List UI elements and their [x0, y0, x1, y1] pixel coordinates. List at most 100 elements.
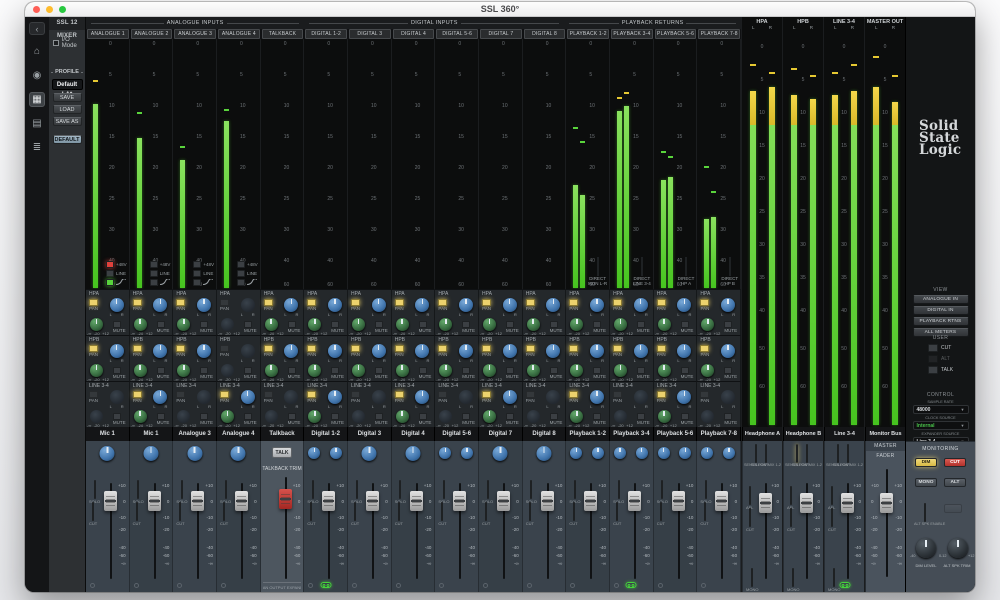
cut-button[interactable]: CUT	[176, 502, 185, 526]
output-fader-handle[interactable]	[799, 493, 813, 513]
solo-switch[interactable]	[224, 480, 227, 499]
pan-knob[interactable]	[459, 298, 474, 312]
pan-enable[interactable]: PAN	[220, 345, 230, 357]
pan-enable[interactable]: PAN	[482, 391, 492, 403]
view-analogue-in-button[interactable]: ANALOGUE IN	[912, 295, 969, 304]
send-level-knob[interactable]	[395, 410, 409, 423]
send-level-knob[interactable]	[221, 410, 235, 423]
direct-routing-button[interactable]: DIRECT MON L-R	[588, 257, 607, 286]
output-cut-button[interactable]: CUT	[828, 508, 836, 532]
pan-knob[interactable]	[153, 390, 168, 404]
pan-button[interactable]	[525, 345, 535, 352]
mute-enable[interactable]: MUTE	[462, 413, 475, 425]
cut-button[interactable]: CUT	[657, 502, 665, 526]
line-button[interactable]: LINE	[237, 270, 258, 277]
mute-button[interactable]	[680, 367, 689, 374]
mute-button[interactable]	[331, 321, 340, 328]
mute-enable[interactable]: MUTE	[549, 321, 562, 333]
pan-enable[interactable]: PAN	[220, 391, 230, 403]
pan-button[interactable]	[394, 299, 404, 306]
line-switch[interactable]	[193, 270, 202, 277]
cut-button[interactable]: CUT	[220, 502, 228, 526]
fader-handle[interactable]	[540, 491, 554, 511]
pan-enable[interactable]: PAN	[700, 299, 710, 311]
fader-handle[interactable]	[496, 491, 510, 511]
pan-button[interactable]	[569, 391, 579, 398]
mute-enable[interactable]: MUTE	[374, 321, 388, 333]
cut-button[interactable]: CUT	[482, 502, 490, 526]
afl-switch[interactable]	[789, 486, 792, 505]
talk-button[interactable]: TALK	[272, 447, 293, 458]
dim-button[interactable]: DIM	[915, 458, 937, 467]
mute-enable[interactable]: MUTE	[374, 367, 388, 379]
mute-button[interactable]	[505, 321, 514, 328]
direct-routing-button[interactable]: DIRECT HP A	[678, 257, 694, 286]
mute-enable[interactable]: MUTE	[418, 367, 431, 379]
save-button[interactable]: SAVE	[52, 93, 82, 102]
channel-header-button[interactable]: ANALOGUE 3	[174, 29, 217, 39]
pan-enable[interactable]: PAN	[656, 345, 666, 357]
pan-button[interactable]	[482, 299, 492, 306]
fader-handle[interactable]	[322, 491, 336, 511]
solo-button[interactable]: SOLO	[220, 480, 231, 504]
pan-knob[interactable]	[415, 298, 430, 312]
pan-button[interactable]	[394, 345, 404, 352]
cut-button[interactable]: CUT	[613, 502, 621, 526]
pan-knob[interactable]	[328, 298, 343, 312]
fader-handle[interactable]	[103, 491, 117, 511]
pan-knob[interactable]	[328, 344, 343, 358]
cut-switch[interactable]	[659, 502, 662, 521]
solo-button[interactable]: SOLO	[176, 480, 187, 504]
send-level-knob[interactable]	[90, 364, 103, 377]
pan-button[interactable]	[89, 391, 98, 398]
pan-enable[interactable]: PAN	[656, 391, 666, 403]
solo-button[interactable]: SOLO	[482, 480, 493, 504]
pan-button[interactable]	[263, 299, 273, 306]
pan-button[interactable]	[132, 345, 142, 352]
device-icon[interactable]: ▤	[29, 116, 45, 131]
output-fader-handle[interactable]	[840, 493, 854, 513]
mute-button[interactable]	[549, 413, 558, 420]
p48-switch[interactable]	[149, 261, 158, 268]
solo-button[interactable]: SOLO	[657, 480, 668, 504]
view-playback-rtns-button[interactable]: PLAYBACK RTNS	[912, 317, 969, 326]
mute-button[interactable]	[200, 413, 209, 420]
pan-button[interactable]	[569, 345, 579, 352]
line-switch[interactable]	[149, 270, 158, 277]
pan-knob-left[interactable]	[570, 447, 583, 459]
pan-button[interactable]	[394, 391, 404, 398]
pan-knob[interactable]	[502, 390, 517, 404]
phantom-power-button[interactable]: +48V	[237, 261, 258, 268]
faders-icon[interactable]: ≣	[29, 140, 45, 155]
hpf-switch[interactable]	[237, 279, 246, 286]
mute-button[interactable]	[287, 413, 296, 420]
channel-header-button[interactable]: DIGITAL 4	[392, 29, 435, 39]
pan-knob[interactable]	[240, 344, 255, 358]
channel-pan-knob[interactable]	[143, 446, 159, 461]
pan-enable[interactable]: PAN	[394, 299, 404, 311]
send-level-knob[interactable]	[264, 318, 278, 331]
send-level-knob[interactable]	[570, 410, 584, 423]
pan-knob-right[interactable]	[461, 447, 474, 459]
hpf-button[interactable]	[106, 278, 127, 286]
mute-enable[interactable]: MUTE	[112, 367, 126, 379]
channel-header-button[interactable]: ANALOGUE 4	[218, 29, 260, 39]
mute-button[interactable]	[636, 321, 645, 328]
cut-button[interactable]: CUT	[351, 502, 359, 526]
pan-knob[interactable]	[240, 298, 255, 312]
cut-switch[interactable]	[223, 502, 226, 521]
mute-enable[interactable]: MUTE	[593, 367, 606, 379]
pan-button[interactable]	[482, 345, 492, 352]
line-button[interactable]: LINE	[193, 270, 214, 277]
pan-enable[interactable]: PAN	[263, 299, 273, 311]
pan-enable[interactable]: PAN	[613, 391, 623, 403]
save-as-button[interactable]: SAVE AS	[52, 117, 82, 126]
mute-enable[interactable]: MUTE	[505, 367, 519, 379]
fader-handle[interactable]	[453, 491, 467, 511]
channel-header-button[interactable]: DIGITAL 8	[523, 29, 566, 39]
pan-knob-right[interactable]	[679, 447, 692, 459]
pan-enable[interactable]: PAN	[482, 299, 492, 311]
mute-button[interactable]	[462, 413, 471, 420]
mute-button[interactable]	[505, 367, 514, 374]
fader-handle[interactable]	[365, 491, 379, 511]
